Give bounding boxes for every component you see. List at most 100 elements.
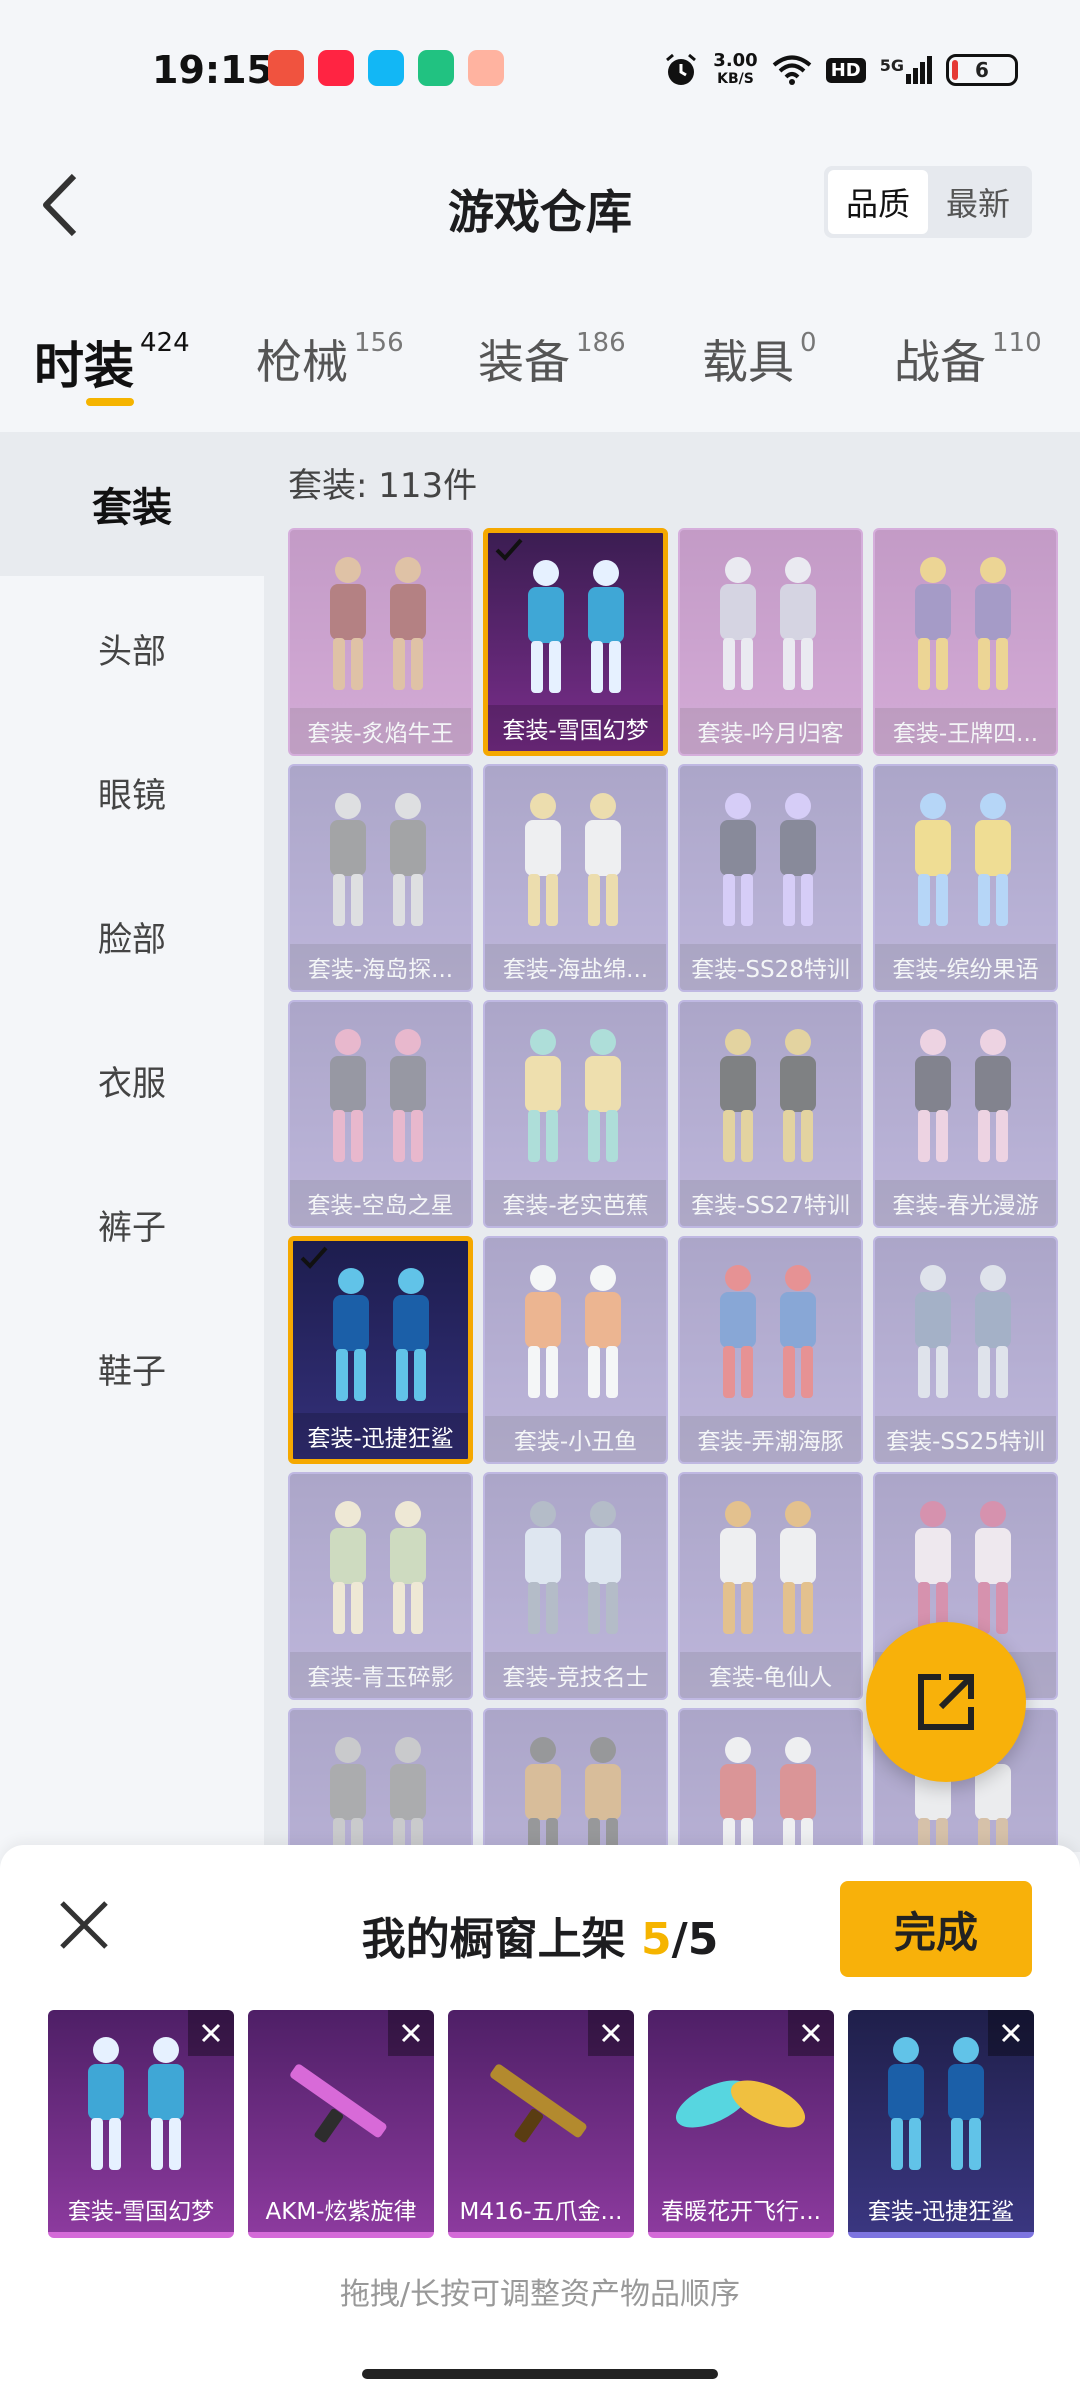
- outfit-artwork: [330, 1029, 426, 1162]
- signal-icon: 5G: [880, 56, 932, 84]
- item-card[interactable]: 套装-竞技名士: [483, 1472, 668, 1700]
- item-card-label: 套装-雪国幻梦: [488, 705, 663, 751]
- shelf-max-count: 5: [687, 1914, 719, 1965]
- showcase-item-label: M416-五爪金...: [459, 2199, 623, 2225]
- item-card-label: 套装-迅捷狂鲨: [293, 1413, 468, 1459]
- tab-label: 战备: [894, 335, 986, 389]
- item-card[interactable]: 套装-弄潮海豚: [678, 1236, 863, 1464]
- alarm-icon: [666, 53, 697, 85]
- item-card[interactable]: 套装-缤纷果语: [873, 764, 1058, 992]
- home-indicator[interactable]: [362, 2369, 718, 2379]
- remove-item-button[interactable]: [388, 2010, 434, 2056]
- remove-item-button[interactable]: [188, 2010, 234, 2056]
- sidebar-item-pants[interactable]: 裤子: [0, 1152, 264, 1296]
- item-card[interactable]: 套装-龟仙人: [678, 1472, 863, 1700]
- showcase-item-card[interactable]: M416-五爪金...: [448, 2010, 634, 2238]
- item-card[interactable]: 套装-SS28特训: [678, 764, 863, 992]
- tab-count: 110: [992, 328, 1042, 358]
- item-card[interactable]: 套装-雪国幻梦: [483, 528, 668, 756]
- item-card[interactable]: 套装-老实芭蕉: [483, 1000, 668, 1228]
- item-card[interactable]: [678, 1708, 863, 1852]
- item-card[interactable]: 套装-王牌四...: [873, 528, 1058, 756]
- item-card[interactable]: [483, 1708, 668, 1852]
- outfit-artwork: [525, 1737, 621, 1852]
- shelf-current-count: 5: [641, 1914, 672, 1965]
- item-card-label: 套装-王牌四...: [875, 708, 1056, 754]
- share-button[interactable]: [866, 1622, 1026, 1782]
- battery-fill: [952, 60, 958, 80]
- close-icon: [401, 2023, 421, 2043]
- sort-quality-button[interactable]: 品质: [828, 170, 928, 234]
- active-tab-indicator: [86, 398, 134, 406]
- outfit-artwork: [720, 1501, 816, 1634]
- item-card[interactable]: 套装-吟月归客: [678, 528, 863, 756]
- tab-count: 0: [800, 328, 817, 358]
- item-count-label: 套装: 113件: [288, 466, 478, 506]
- item-card[interactable]: 套装-迅捷狂鲨: [288, 1236, 473, 1464]
- showcase-item-card[interactable]: 套装-雪国幻梦: [48, 2010, 234, 2238]
- item-card-label: 套装-炙焰牛王: [290, 708, 471, 754]
- showcase-item-card[interactable]: 春暖花开飞行...: [648, 2010, 834, 2238]
- net-speed-value: 3.00: [713, 50, 758, 71]
- showcase-item-label: AKM-炫紫旋律: [265, 2199, 417, 2225]
- outfit-artwork: [720, 1029, 816, 1162]
- outfit-artwork: [915, 1029, 1011, 1162]
- item-card[interactable]: 套装-海岛探...: [288, 764, 473, 992]
- outfit-artwork: [720, 1737, 816, 1852]
- reorder-hint: 拖拽/长按可调整资产物品顺序: [339, 2277, 741, 2312]
- item-card-label: 套装-海岛探...: [290, 944, 471, 990]
- item-card-label: 套装-小丑鱼: [485, 1416, 666, 1462]
- showcase-item-label: 套装-雪国幻梦: [67, 2199, 215, 2225]
- item-card[interactable]: 套装-SS27特训: [678, 1000, 863, 1228]
- item-card-label: 套装-老实芭蕉: [485, 1180, 666, 1226]
- sidebar-item-glasses[interactable]: 眼镜: [0, 720, 264, 864]
- notification-icons: [268, 50, 504, 86]
- tab-label: 枪械: [256, 335, 348, 389]
- outfit-artwork: [333, 1268, 429, 1401]
- item-card-label: 套装-SS25特训: [875, 1416, 1056, 1462]
- remove-item-button[interactable]: [788, 2010, 834, 2056]
- status-right: 3.00 KB/S HD 5G 6: [663, 52, 1018, 88]
- item-card[interactable]: 套装-青玉碎影: [288, 1472, 473, 1700]
- tab-supplies[interactable]: 战备 110: [894, 326, 1042, 392]
- tab-equipment[interactable]: 装备 186: [478, 326, 626, 392]
- item-card-label: 套装-青玉碎影: [290, 1652, 471, 1698]
- outfit-artwork: [525, 793, 621, 926]
- item-card-label: 套装-龟仙人: [680, 1652, 861, 1698]
- tab-fashion[interactable]: 时装 424: [34, 326, 190, 398]
- sidebar-item-shoes[interactable]: 鞋子: [0, 1296, 264, 1440]
- outfit-artwork: [528, 560, 624, 693]
- sort-newest-button[interactable]: 最新: [928, 170, 1028, 234]
- battery-app-icon: [418, 50, 454, 86]
- showcase-shelf: 套装-雪国幻梦 AKM-炫紫旋律 M416-五爪金... 春暖花开飞行... 套装-迅捷…: [48, 2010, 1034, 2238]
- done-button[interactable]: 完成: [840, 1881, 1032, 1977]
- showcase-item-card[interactable]: 套装-迅捷狂鲨: [848, 2010, 1034, 2238]
- item-card-label: 套装-空岛之星: [290, 1180, 471, 1226]
- sidebar-item-sets[interactable]: 套装: [0, 432, 264, 576]
- remove-item-button[interactable]: [588, 2010, 634, 2056]
- outfit-artwork: [720, 1265, 816, 1398]
- sidebar-item-face[interactable]: 脸部: [0, 864, 264, 1008]
- net-speed-unit: KB/S: [717, 71, 754, 87]
- remove-item-button[interactable]: [988, 2010, 1034, 2056]
- tab-guns[interactable]: 枪械 156: [256, 326, 404, 392]
- xiaohongshu-app-icon: [318, 50, 354, 86]
- item-card[interactable]: 套装-空岛之星: [288, 1000, 473, 1228]
- sidebar-item-head[interactable]: 头部: [0, 576, 264, 720]
- sort-toggle: 品质 最新: [824, 166, 1032, 238]
- sidebar-item-clothes[interactable]: 衣服: [0, 1008, 264, 1152]
- item-card[interactable]: 套装-春光漫游: [873, 1000, 1058, 1228]
- tab-label: 时装: [34, 337, 134, 395]
- item-card[interactable]: 套装-炙焰牛王: [288, 528, 473, 756]
- showcase-panel: 我的橱窗上架 5/5 完成 套装-雪国幻梦 AKM-炫紫旋律 M416-五爪金...…: [0, 1845, 1080, 2400]
- item-card[interactable]: 套装-小丑鱼: [483, 1236, 668, 1464]
- tab-vehicles[interactable]: 载具 0: [702, 326, 817, 392]
- item-card[interactable]: 套装-SS25特训: [873, 1236, 1058, 1464]
- battery-indicator: 6: [946, 54, 1018, 86]
- outfit-artwork: [525, 1501, 621, 1634]
- showcase-item-card[interactable]: AKM-炫紫旋律: [248, 2010, 434, 2238]
- item-card-label: 套装-SS28特训: [680, 944, 861, 990]
- tab-count: 186: [576, 328, 626, 358]
- item-card[interactable]: 套装-海盐绵...: [483, 764, 668, 992]
- item-card[interactable]: [288, 1708, 473, 1852]
